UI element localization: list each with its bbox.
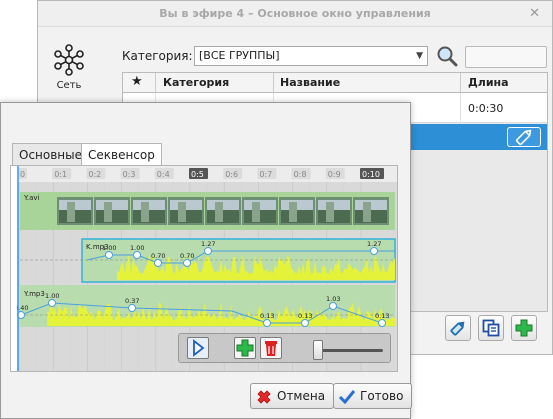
video-thumbnails [57,197,389,225]
play-button[interactable] [187,337,209,359]
ruler-tick-label: 0:6 [225,170,238,179]
video-frame-thumbnail [316,197,352,225]
cancel-button[interactable]: Отмена [250,383,335,409]
envelope-point-label: 0.37 [125,297,139,305]
video-frame-thumbnail [168,197,204,225]
pencil-icon [450,321,465,336]
ok-label: Готово [360,389,404,403]
zoom-slider-handle[interactable] [313,340,323,360]
edit-button[interactable] [445,315,471,341]
envelope-point[interactable] [263,319,271,327]
envelope-point-label: 1.00 [130,244,144,252]
envelope-point-label: 0.70 [180,252,194,260]
network-label: Сеть [56,80,82,91]
sequencer-panel: 0 0:1 0:2 0:3 0:4 0:5 0:6 0:7 0:8 0:9 0:10 Y.avi K… [10,165,398,372]
column-category[interactable]: Категория [163,76,229,89]
add-point-button[interactable] [234,337,256,359]
column-name[interactable]: Название [280,76,340,89]
tab-main[interactable]: Основные [12,143,90,165]
category-select[interactable]: [ВСЕ ГРУППЫ] ▼ [194,46,428,66]
category-label: Категория: [122,49,193,63]
search-icon[interactable] [435,44,459,68]
ruler-tick-label: 0:4 [157,170,170,179]
row-length: 0:0:30 [468,102,504,115]
envelope-point-label: 1.27 [201,240,215,248]
video-frame-thumbnail [94,197,130,225]
video-frame-thumbnail [279,197,315,225]
envelope-point-label: 1.27 [367,240,381,248]
envelope-point[interactable] [370,247,378,255]
envelope-point-label: 1.00 [45,292,59,300]
pencil-icon [515,129,532,146]
envelope-point[interactable] [133,251,141,259]
video-frame-thumbnail [242,197,278,225]
network-icon[interactable] [52,43,86,77]
ruler-tick-label: 0:5 [191,170,204,179]
copy-icon [482,319,500,337]
audio2-track-name: Y.mp3 [23,290,45,298]
video-frame-thumbnail [131,197,167,225]
play-icon [193,339,205,357]
chevron-down-icon: ▼ [416,51,423,61]
envelope-point-label: 0.13 [375,312,389,320]
envelope-point[interactable] [329,302,337,310]
add-button[interactable] [511,315,537,341]
envelope-point-label: 0.13 [260,312,274,320]
delete-button[interactable] [260,337,282,359]
envelope-point[interactable] [301,319,309,327]
sequencer-toolbar [178,333,391,363]
main-title: Вы в эфире 4 – Основное окно управления [38,1,552,27]
column-length[interactable]: Длина [468,76,509,89]
copy-button[interactable] [478,315,504,341]
envelope-point-label: 0.70 [151,252,165,260]
envelope-point[interactable] [48,299,56,307]
ruler-tick-label: 0:2 [88,170,101,179]
zoom-slider-track[interactable] [319,349,383,352]
ruler-tick-label: 0:10 [362,170,380,179]
envelope-point[interactable] [128,304,136,312]
ruler-tick-label: 0 [20,170,25,179]
close-icon[interactable]: ✕ [529,1,540,27]
ruler-tick-label: 0:8 [294,170,307,179]
envelope-point[interactable] [154,259,162,267]
row-edit-button[interactable] [507,127,541,147]
checkmark-icon [338,390,356,405]
envelope-point[interactable] [204,247,212,255]
envelope-point-label: 1.03 [326,295,340,303]
envelope-point[interactable] [105,251,113,259]
video-track-name: Y.avi [23,194,40,202]
plus-icon [236,339,254,357]
cancel-label: Отмена [277,389,326,403]
favorite-star-icon[interactable]: ★ [131,74,143,89]
trash-icon [265,341,277,356]
video-frame-thumbnail [57,197,93,225]
envelope-point-label: 1.00 [102,244,116,252]
ruler-tick-label: 0:1 [54,170,67,179]
table-header: ★ Категория Название Длина [123,73,547,93]
video-frame-thumbnail [205,197,241,225]
envelope-point[interactable] [183,259,191,267]
ruler-tick-label: 0:7 [259,170,272,179]
envelope-point[interactable] [378,319,386,327]
plus-icon [515,319,533,337]
search-input[interactable] [465,46,547,68]
ok-button[interactable]: Готово [333,383,413,409]
ruler-tick-label: 0:9 [328,170,341,179]
tab-sequencer[interactable]: Секвенсор [81,143,162,166]
video-frame-thumbnail [353,197,389,225]
category-select-value: [ВСЕ ГРУППЫ] [199,49,280,62]
envelope-point-label: 0.13 [298,312,312,320]
cross-icon [257,390,271,404]
ruler-tick-label: 0:3 [123,170,136,179]
sequencer-dialog: Основные Секвенсор 0 0:1 0:2 0:3 0:4 0:5 0:6 0:… [0,102,413,419]
